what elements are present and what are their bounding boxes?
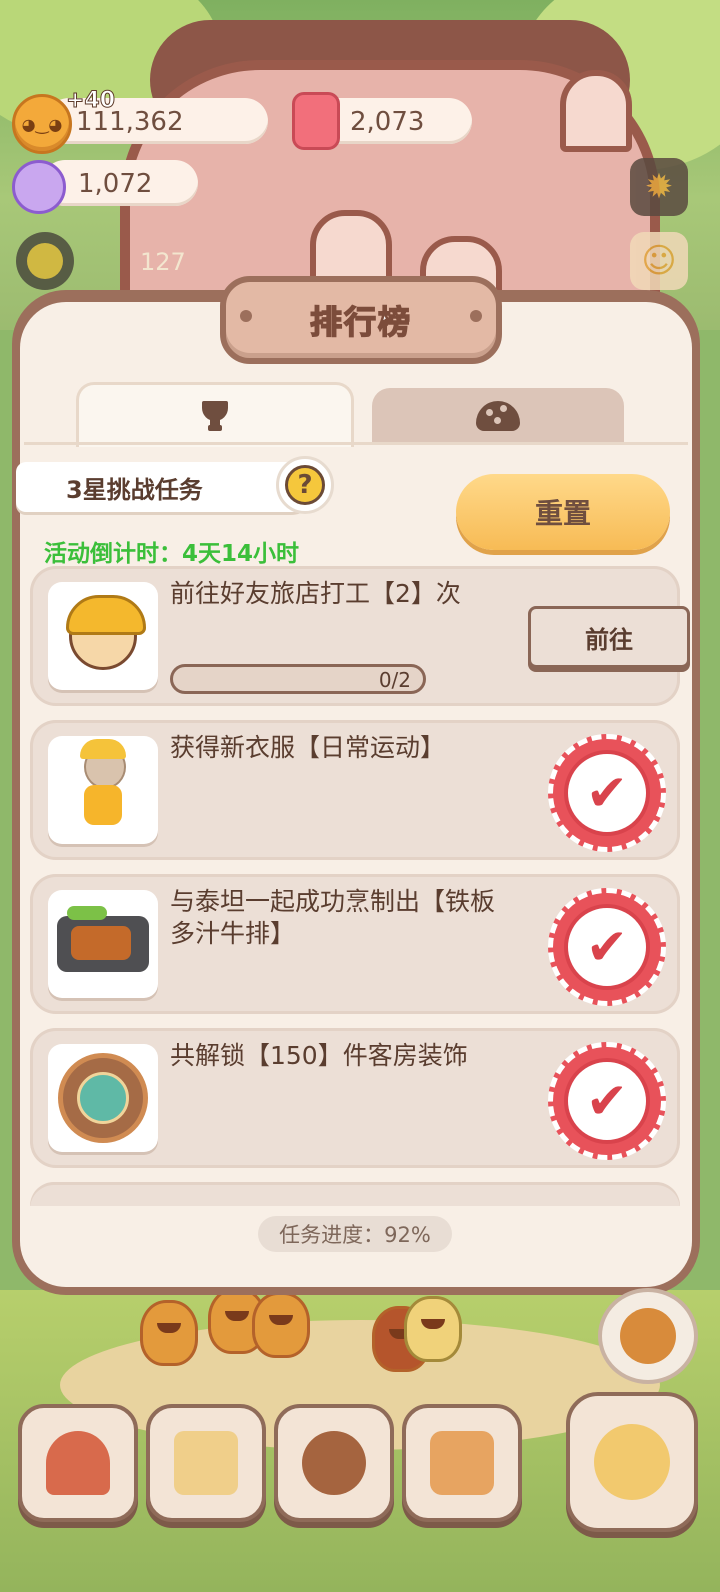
candle-icon <box>292 92 340 150</box>
cookie-icon <box>476 401 520 431</box>
candle-count: 2,073 <box>350 107 425 137</box>
character-icon <box>302 1431 366 1495</box>
checkmark-icon: ✔ <box>586 764 628 822</box>
steak-icon <box>57 906 149 972</box>
house-window <box>310 210 392 282</box>
goto-button[interactable]: 前往 <box>528 606 690 668</box>
question-icon: ? <box>285 465 325 505</box>
stamp-card-button[interactable]: ☺ <box>630 232 688 290</box>
trophy-icon <box>198 401 232 431</box>
panel-title: 排行榜 <box>309 302 412 342</box>
task-card: 共解锁【150】件客房装饰 ✔ <box>30 1028 680 1168</box>
tab-cookie[interactable] <box>372 388 624 444</box>
candy-icon <box>12 160 66 214</box>
shop-icon <box>430 1431 494 1495</box>
worker-icon <box>66 595 146 670</box>
alarm-clock-icon <box>594 1424 670 1500</box>
cookie-icon: ◕‿◕ <box>12 94 72 154</box>
character-avatar-icon <box>620 1308 676 1364</box>
nav-shop-button[interactable] <box>402 1404 522 1522</box>
tab-divider <box>24 442 688 445</box>
nail <box>470 310 482 322</box>
outfit-icon <box>78 739 128 835</box>
cookie-gain: +40 <box>65 88 116 114</box>
task-thumbnail <box>48 1044 158 1152</box>
nail <box>240 310 252 322</box>
gear-icon: ✹ <box>644 167 674 207</box>
nav-tasks-button[interactable] <box>146 1404 266 1522</box>
stamp-icon: ☺ <box>641 241 677 281</box>
chat-bubble[interactable] <box>598 1288 698 1384</box>
completed-stamp: ✔ <box>548 888 666 1006</box>
nav-alarm-button[interactable] <box>566 1392 698 1532</box>
cookie-npc[interactable] <box>252 1292 310 1358</box>
cookie-npc[interactable] <box>140 1300 198 1366</box>
level-count: 127 <box>140 248 186 276</box>
house-window <box>560 70 632 152</box>
tab-trophy[interactable] <box>76 382 354 447</box>
checkmark-icon: ✔ <box>586 918 628 976</box>
completed-stamp: ✔ <box>548 734 666 852</box>
title-plaque: 排行榜 <box>220 276 502 364</box>
task-card: 前往好友旅店打工【2】次 0/2 前往 <box>30 566 690 706</box>
guest-character[interactable] <box>404 1296 462 1362</box>
completed-stamp: ✔ <box>548 1042 666 1160</box>
challenge-label: 3星挑战任务 <box>16 462 316 512</box>
notepad-icon <box>174 1431 238 1495</box>
task-text: 获得新衣服【日常运动】 <box>170 733 446 762</box>
candy-count: 1,072 <box>78 169 153 199</box>
nav-home-button[interactable] <box>18 1404 138 1522</box>
settings-button[interactable]: ✹ <box>630 158 688 216</box>
task-text: 前往好友旅店打工【2】次 <box>170 579 461 608</box>
checkmark-icon: ✔ <box>586 1072 628 1130</box>
task-thumbnail <box>48 582 158 690</box>
task-thumbnail <box>48 736 158 844</box>
sun-icon <box>27 243 63 279</box>
reset-button[interactable]: 重置 <box>456 474 670 550</box>
event-countdown: 活动倒计时：4天14小时 <box>44 541 300 567</box>
challenge-title: 3星挑战任务 <box>66 475 203 504</box>
nav-characters-button[interactable] <box>274 1404 394 1522</box>
task-text: 与泰坦一起成功烹制出【铁板多汁牛排】 <box>170 887 496 948</box>
task-progress-bar: 0/2 <box>170 664 426 694</box>
level-ring[interactable] <box>16 232 74 290</box>
task-thumbnail <box>48 890 158 998</box>
task-card-peek <box>30 1182 680 1206</box>
task-card: 与泰坦一起成功烹制出【铁板多汁牛排】 ✔ <box>30 874 680 1014</box>
overall-task-progress: 任务进度：92% <box>258 1216 452 1252</box>
task-card: 获得新衣服【日常运动】 ✔ <box>30 720 680 860</box>
mushroom-house-icon <box>46 1431 110 1495</box>
decoration-icon <box>58 1053 148 1143</box>
task-text: 共解锁【150】件客房装饰 <box>170 1041 468 1070</box>
help-button[interactable]: ? <box>276 456 334 514</box>
task-progress-text: 0/2 <box>378 668 411 692</box>
